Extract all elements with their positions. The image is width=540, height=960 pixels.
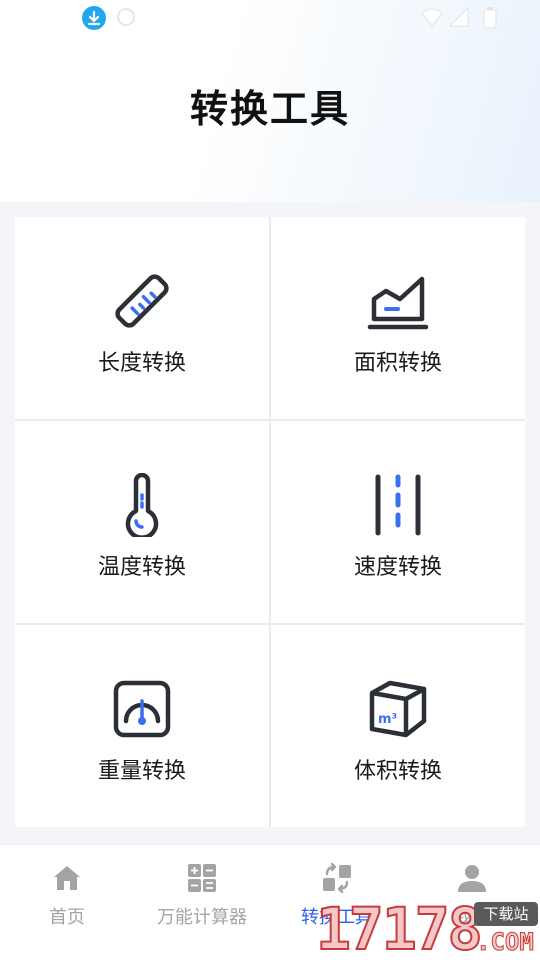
tool-card-weight[interactable]: 重量转换 <box>15 625 269 827</box>
tool-card-length[interactable]: 长度转换 <box>15 217 269 419</box>
tab-home[interactable]: 首页 <box>0 845 134 960</box>
scale-icon <box>110 677 174 741</box>
tool-card-speed[interactable]: 速度转换 <box>271 421 525 623</box>
ruler-icon <box>110 269 174 333</box>
tool-label: 速度转换 <box>353 555 442 580</box>
tab-mine[interactable]: 我的 <box>404 845 540 960</box>
status-right <box>420 6 500 34</box>
tab-convert[interactable]: 转换工具 <box>270 845 404 960</box>
speed-lines-icon <box>366 473 430 537</box>
tool-grid: 长度转换 面积转换 温度转换 速度转换 重量转换 m³ 体积转换 <box>15 217 525 827</box>
calculator-icon <box>187 863 217 893</box>
tab-label: 万能计算器 <box>157 907 247 928</box>
home-icon <box>52 863 82 893</box>
tab-label: 转换工具 <box>301 907 373 928</box>
vpn-icon <box>117 8 135 26</box>
wifi-icon <box>421 8 443 27</box>
tool-label: 温度转换 <box>97 555 186 580</box>
svg-text:m³: m³ <box>378 712 397 727</box>
tool-label: 体积转换 <box>353 759 442 784</box>
thermometer-icon <box>110 472 174 540</box>
user-icon <box>457 863 487 893</box>
battery-icon <box>483 7 497 29</box>
status-bar <box>0 0 540 36</box>
header: 转换工具 <box>0 0 540 202</box>
download-icon <box>82 6 106 30</box>
bottom-tabbar: 首页 万能计算器 转换工具 我的 <box>0 844 540 960</box>
convert-icon <box>322 862 352 894</box>
page-title: 转换工具 <box>189 87 350 131</box>
cube-icon: m³ <box>366 677 430 741</box>
signal-icon <box>448 6 469 27</box>
tab-label: 首页 <box>49 907 85 928</box>
tool-card-area[interactable]: 面积转换 <box>271 217 525 419</box>
tool-label: 长度转换 <box>97 351 186 376</box>
tool-label: 重量转换 <box>97 759 186 784</box>
tab-calculator[interactable]: 万能计算器 <box>134 845 270 960</box>
tool-label: 面积转换 <box>353 351 442 376</box>
area-chart-icon <box>366 269 430 333</box>
tab-label: 我的 <box>454 907 490 928</box>
tool-card-temperature[interactable]: 温度转换 <box>15 421 269 623</box>
tool-card-volume[interactable]: m³ 体积转换 <box>271 625 525 827</box>
